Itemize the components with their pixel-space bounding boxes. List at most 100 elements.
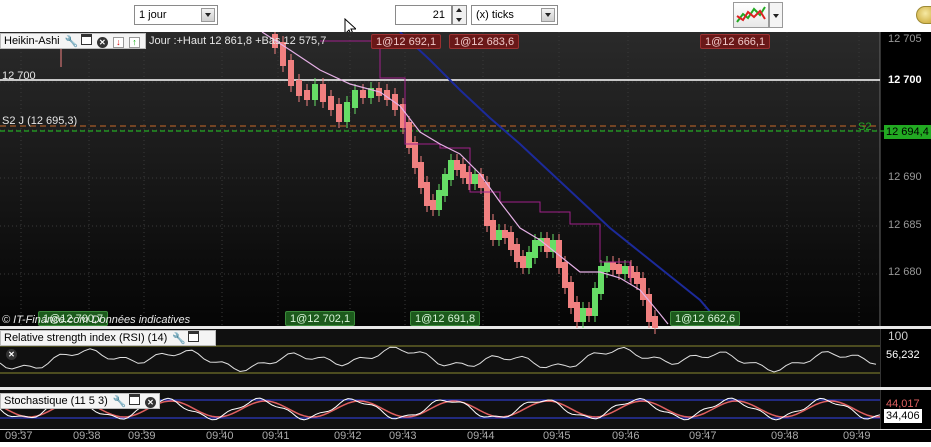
y-axis-label: 12 700 (888, 74, 922, 86)
candle (360, 90, 366, 98)
y-axis-label: 12 680 (888, 266, 922, 278)
s2-marker: S2 (858, 121, 872, 133)
x-axis-label: 09:43 (389, 430, 417, 442)
x-axis-label: 09:38 (73, 430, 101, 442)
day-range-info: Jour :+Haut 12 861,8 +Bas 12 575,7 (149, 35, 327, 47)
x-axis-label: 09:42 (334, 430, 362, 442)
ticks-input[interactable]: 21 (395, 5, 452, 25)
chart-canvas[interactable] (0, 28, 931, 442)
order-tag[interactable]: 1@12 666,1 (700, 34, 771, 49)
rsi-indicator-name: Relative strength index (RSI) (14) (4, 332, 168, 344)
candle (304, 90, 310, 100)
wrench-icon[interactable]: 🔧 (113, 395, 127, 408)
x-axis-label: 09:40 (206, 430, 234, 442)
candle (580, 308, 586, 322)
ticks-unit-select[interactable]: (x) ticks (471, 5, 558, 25)
arrow-up-icon[interactable]: ↑ (128, 37, 140, 48)
candle (352, 90, 358, 108)
candle (320, 84, 326, 102)
candle (490, 220, 496, 240)
period-select-value: 1 jour (139, 9, 167, 21)
candle (652, 316, 658, 328)
candle (628, 266, 634, 278)
order-tag[interactable]: 1@12 692,1 (371, 34, 442, 49)
stoch-indicator-label[interactable]: Stochastique (11 5 3) 🔧 ✕ (0, 393, 160, 409)
y-axis-label: 12 705 (888, 33, 922, 45)
copyright-footer: © IT-Finance.com Données indicatives (2, 314, 191, 326)
candle (454, 160, 460, 170)
candle (520, 256, 526, 268)
x-axis-label: 09:44 (467, 430, 495, 442)
chart-type-icon (736, 6, 766, 23)
ticks-input-value: 21 (432, 9, 445, 21)
order-tag[interactable]: 1@12 691,8 (410, 311, 481, 326)
candle (592, 288, 598, 316)
candle (496, 230, 502, 240)
order-tag[interactable]: 1@12 662,6 (670, 311, 741, 326)
x-axis-label: 09:46 (612, 430, 640, 442)
candle (562, 262, 568, 288)
chart-type-dropdown[interactable] (769, 2, 783, 28)
order-tag[interactable]: 1@12 683,6 (449, 34, 520, 49)
candle (430, 200, 436, 210)
close-icon[interactable]: ✕ (6, 349, 17, 360)
candle (460, 164, 466, 178)
y-axis-label: 12 690 (888, 171, 922, 183)
scroll-right-button[interactable] (916, 6, 931, 24)
wrench-icon[interactable]: 🔧 (65, 35, 79, 48)
arrow-down-icon[interactable]: ↓ (112, 37, 124, 48)
x-axis-label: 09:47 (689, 430, 717, 442)
candle (312, 84, 318, 100)
window-icon[interactable] (188, 331, 200, 342)
close-icon[interactable]: ✕ (96, 37, 108, 48)
period-select[interactable]: 1 jour (134, 5, 218, 25)
candle (634, 272, 640, 284)
candle (622, 266, 628, 274)
y-axis-label: 12 685 (888, 219, 922, 231)
x-axis-label: 09:45 (543, 430, 571, 442)
wrench-icon[interactable]: 🔧 (172, 332, 186, 345)
candle (418, 162, 424, 188)
candle (472, 174, 478, 184)
x-axis-label: 09:39 (128, 430, 156, 442)
x-axis-label: 09:37 (5, 430, 33, 442)
window-icon[interactable] (128, 394, 140, 405)
candle (610, 262, 616, 270)
candle (574, 302, 580, 322)
main-indicator-label[interactable]: Heikin-Ashi 🔧 ✕ ↓ ↑ (0, 33, 146, 49)
rsi-axis-top: 100 (888, 329, 909, 343)
candle (502, 230, 508, 238)
candle (508, 232, 514, 250)
main-indicator-name: Heikin-Ashi (4, 35, 60, 47)
candle (568, 282, 574, 308)
candle (424, 182, 430, 206)
candle (442, 174, 448, 196)
candle (288, 60, 294, 86)
candle (344, 102, 350, 122)
candle (598, 266, 604, 294)
close-icon[interactable]: ✕ (144, 397, 156, 408)
level-label-12700: 12 700 (2, 70, 36, 82)
candle (526, 252, 532, 268)
window-icon[interactable] (80, 34, 92, 45)
spin-down-icon[interactable] (456, 18, 462, 22)
x-axis-label: 09:49 (843, 430, 871, 442)
rsi-indicator-label[interactable]: Relative strength index (RSI) (14) 🔧 ✕ (0, 330, 216, 360)
spin-up-icon[interactable] (456, 8, 462, 12)
candle (466, 172, 472, 184)
order-tag[interactable]: 1@12 702,1 (285, 311, 356, 326)
candle (296, 80, 302, 96)
panel-separator (0, 326, 931, 329)
x-axis-label: 09:48 (771, 430, 799, 442)
chart-area (0, 28, 931, 442)
chevron-down-icon[interactable] (541, 8, 555, 22)
stoch-indicator-name: Stochastique (11 5 3) (4, 395, 108, 407)
level-label-s2: S2 J (12 695,3) (2, 115, 78, 127)
ticks-spinner[interactable] (452, 5, 467, 25)
candle (604, 262, 610, 272)
chevron-down-icon[interactable] (201, 8, 215, 22)
candle (616, 264, 622, 274)
candle (328, 96, 334, 110)
candle (412, 142, 418, 168)
chart-type-button[interactable] (733, 2, 769, 28)
